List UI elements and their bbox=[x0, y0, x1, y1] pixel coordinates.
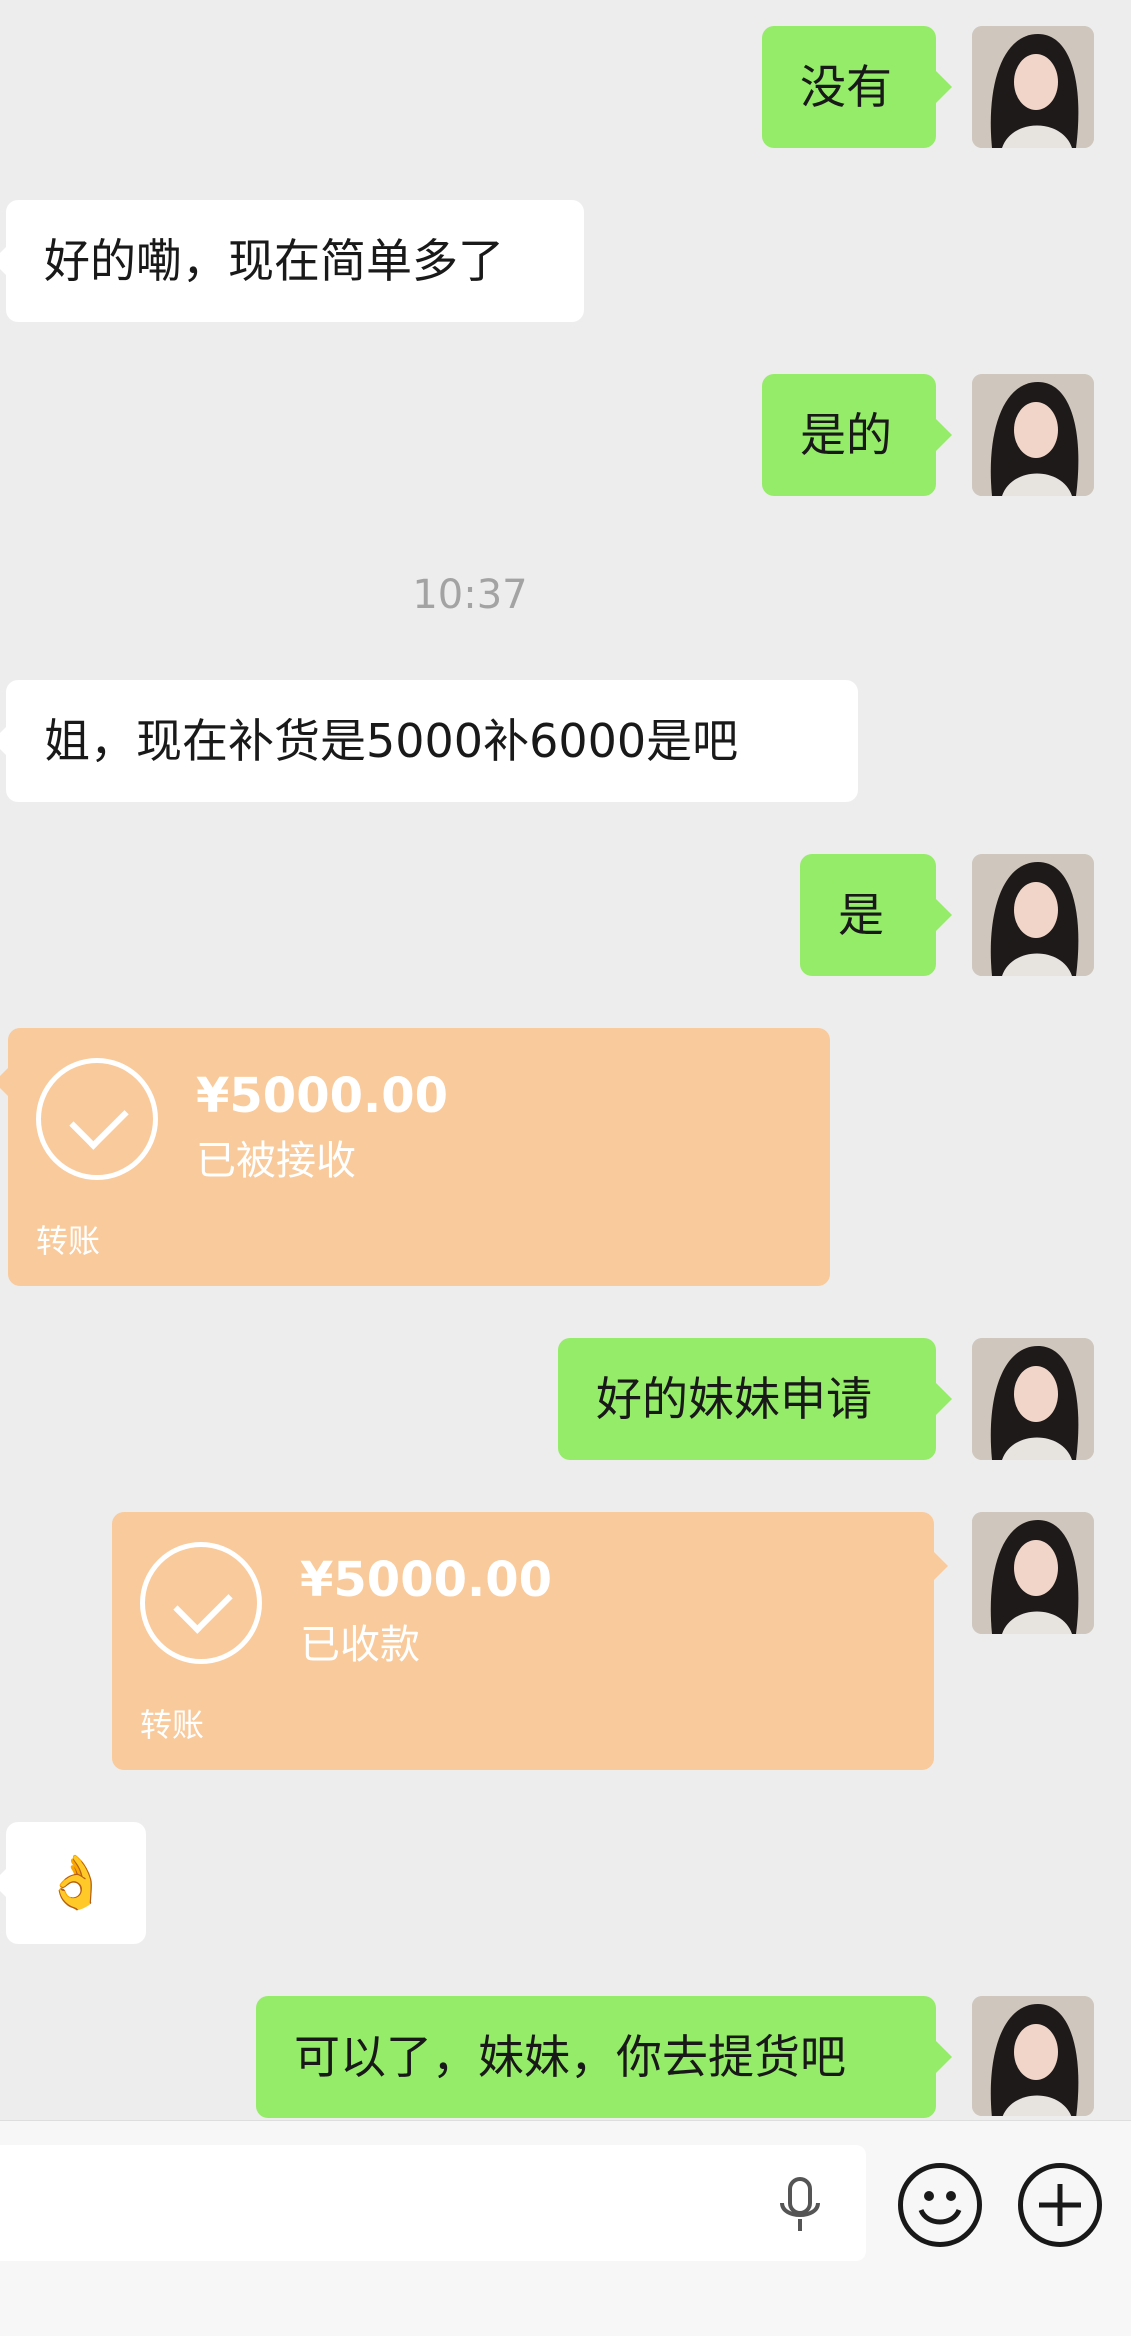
ok-hand-emoji: 👌 bbox=[43, 1853, 109, 1913]
transfer-amount: ¥5000.00 bbox=[300, 1552, 553, 1608]
message-text: 好的妹妹申请 bbox=[596, 1372, 872, 1426]
message-text: 好的嘞，现在简单多了 bbox=[44, 234, 504, 288]
avatar[interactable] bbox=[972, 374, 1094, 496]
message-bubble-outgoing[interactable]: 可以了，妹妹，你去提货吧 bbox=[256, 1996, 952, 2118]
message-text: 姐，现在补货是5000补6000是吧 bbox=[44, 714, 739, 768]
transfer-card-outgoing[interactable]: ¥5000.00 已收款 转账 bbox=[112, 1512, 948, 1770]
smiley-icon[interactable] bbox=[898, 2163, 982, 2247]
check-circle-icon bbox=[140, 1542, 262, 1664]
transfer-card-incoming[interactable]: ¥5000.00 已被接收 转账 bbox=[0, 1028, 830, 1286]
message-bubble-outgoing[interactable]: 没有 bbox=[762, 26, 952, 148]
check-circle-icon bbox=[36, 1058, 158, 1180]
transfer-status: 已被接收 bbox=[196, 1138, 356, 1184]
message-bubble-incoming[interactable]: 👌 bbox=[0, 1822, 146, 1944]
message-bubble-outgoing[interactable]: 好的妹妹申请 bbox=[558, 1338, 952, 1460]
message-text: 是 bbox=[838, 888, 884, 942]
avatar[interactable] bbox=[972, 1338, 1094, 1460]
transfer-type-label: 转账 bbox=[140, 1706, 205, 1744]
message-bubble-outgoing[interactable]: 是的 bbox=[762, 374, 952, 496]
avatar[interactable] bbox=[972, 854, 1094, 976]
avatar[interactable] bbox=[972, 1996, 1094, 2116]
transfer-type-label: 转账 bbox=[36, 1222, 101, 1260]
message-input[interactable] bbox=[0, 2145, 866, 2261]
chat-area[interactable]: 没有 好的嘞，现在简单多了 是的 10:37 姐，现在补货是5000补6000是… bbox=[0, 0, 1131, 2120]
transfer-amount: ¥5000.00 bbox=[196, 1068, 449, 1124]
message-text: 是的 bbox=[800, 408, 892, 462]
message-bubble-outgoing[interactable]: 是 bbox=[800, 854, 952, 976]
avatar[interactable] bbox=[972, 26, 1094, 148]
message-bubble-incoming[interactable]: 姐，现在补货是5000补6000是吧 bbox=[0, 680, 858, 802]
message-text: 可以了，妹妹，你去提货吧 bbox=[294, 2030, 846, 2084]
message-bubble-incoming[interactable]: 好的嘞，现在简单多了 bbox=[0, 200, 584, 322]
input-bar bbox=[0, 2120, 1131, 2336]
message-text: 没有 bbox=[800, 60, 892, 114]
avatar[interactable] bbox=[972, 1512, 1094, 1634]
microphone-icon[interactable] bbox=[774, 2175, 826, 2235]
plus-icon[interactable] bbox=[1018, 2163, 1102, 2247]
timestamp: 10:37 bbox=[412, 572, 528, 618]
transfer-status: 已收款 bbox=[300, 1622, 420, 1668]
